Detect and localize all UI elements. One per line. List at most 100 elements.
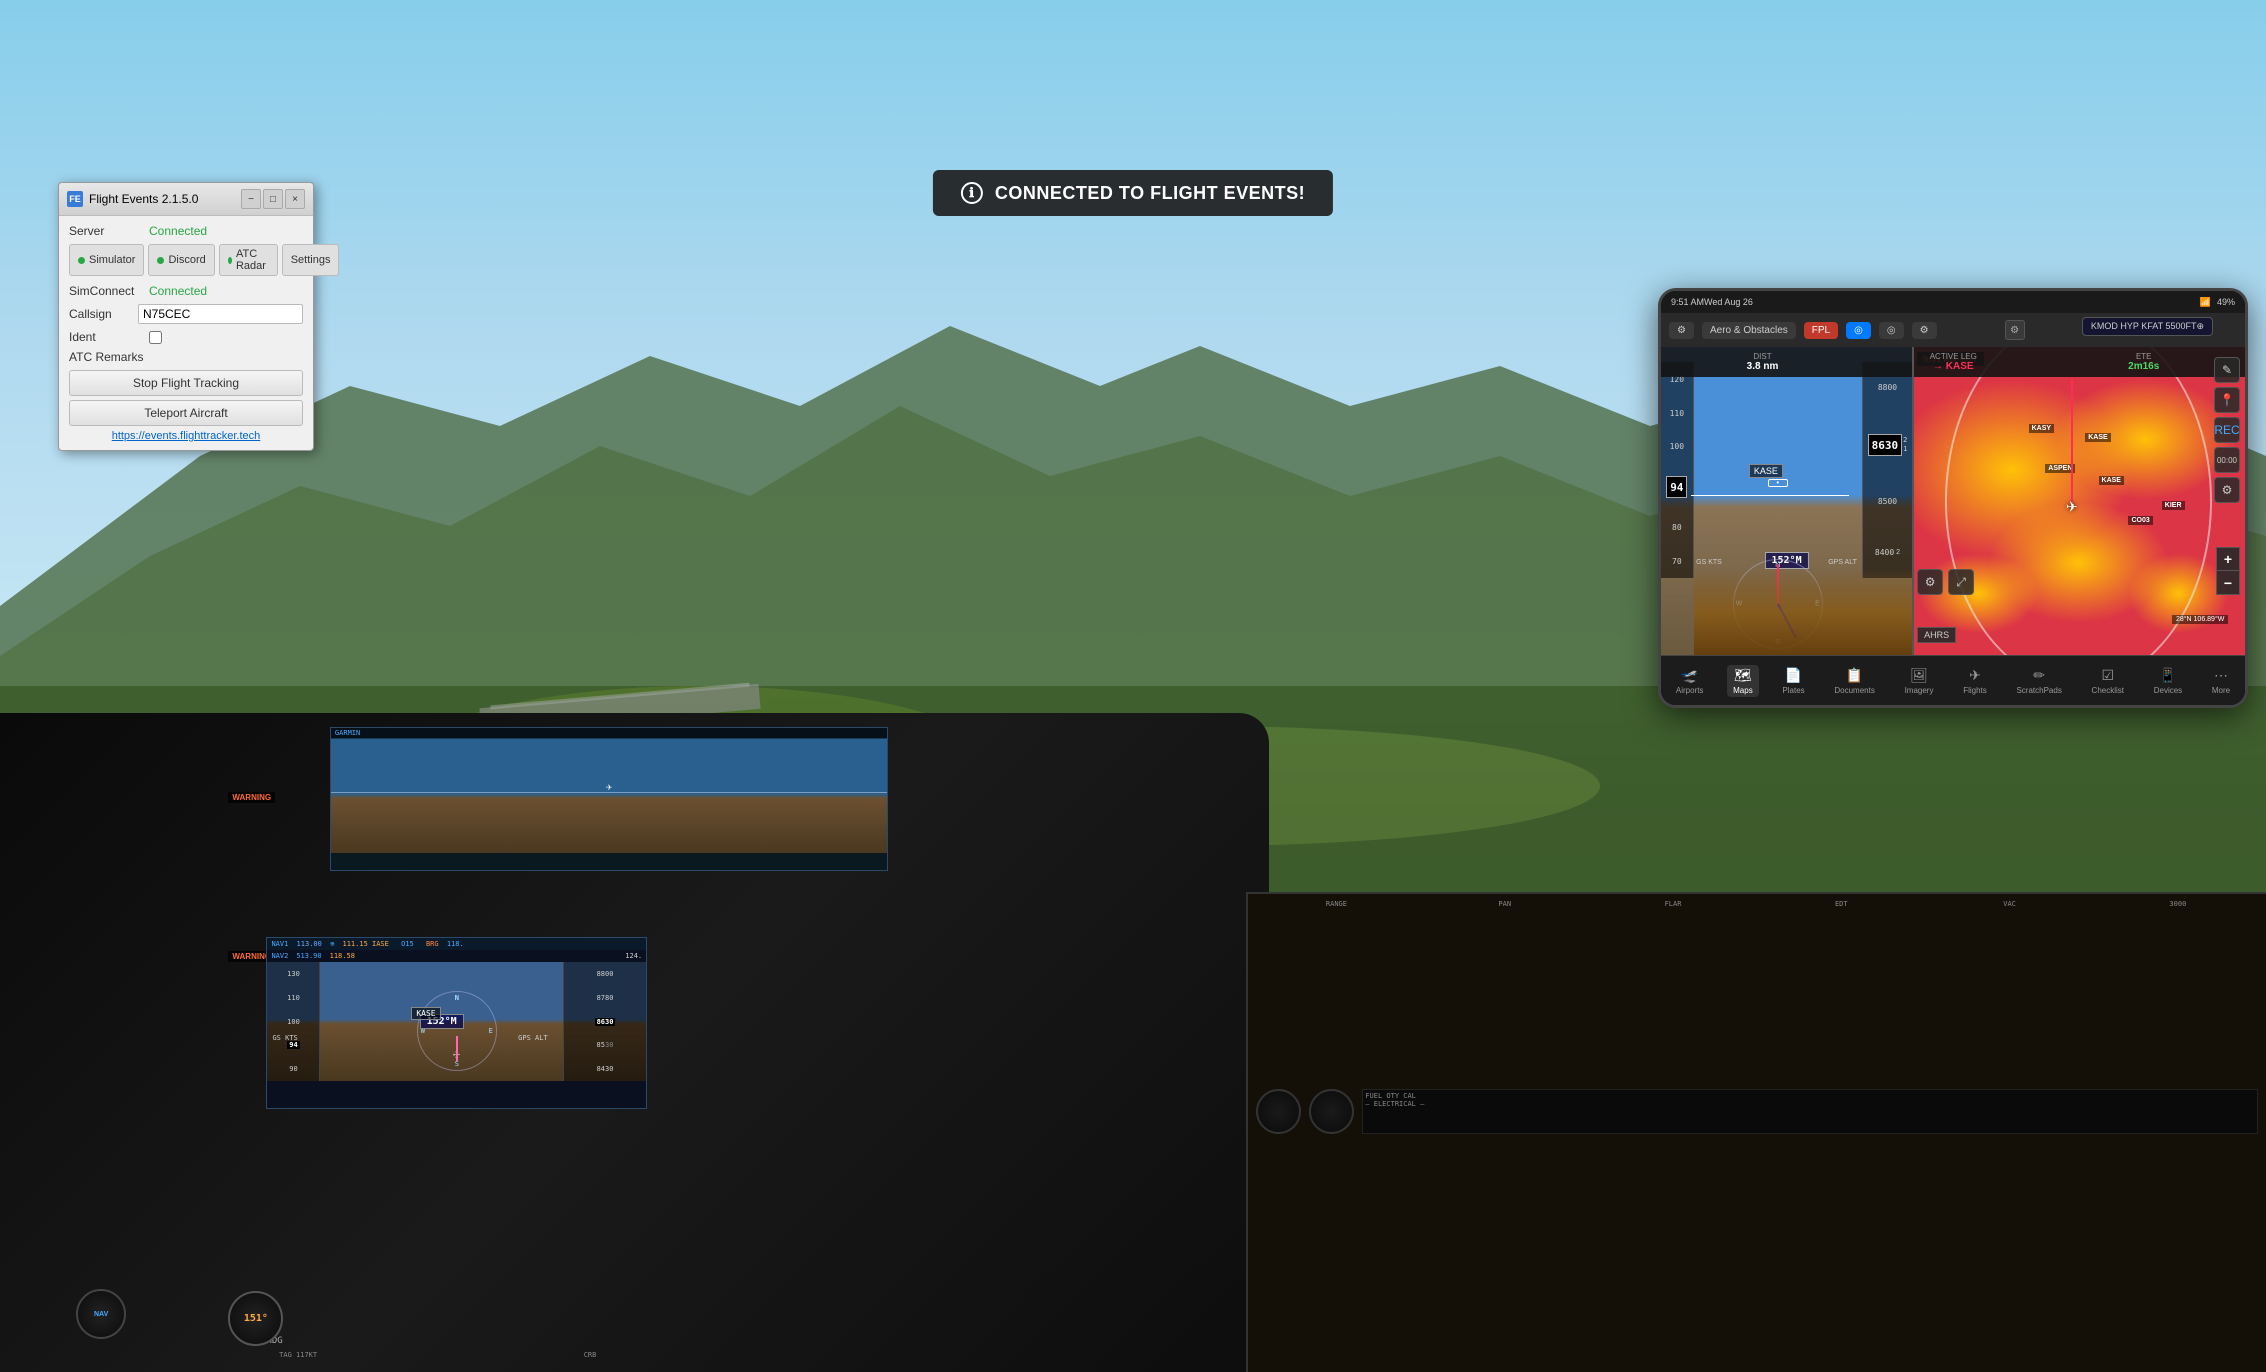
spd-90: 90 [289,1065,297,1073]
zoom-in-btn[interactable]: + [2216,547,2240,571]
fuel-oty: FUEL OTY CAL [1365,1092,2255,1100]
tab-settings[interactable]: Settings [282,244,340,276]
magenta-track-line [2071,378,2073,507]
expand-btn[interactable]: ⤢ [1948,569,1974,595]
garmin-map-area: N S W E ✈ 8800 8780 8630 8530 8430 [267,962,646,1080]
freq2-val: 118.58 [330,952,355,960]
alt-8400-ff: 8400 [1875,548,1894,557]
adsb-btn[interactable]: ◎ [1879,322,1904,339]
banner-info-icon: ℹ [961,182,983,204]
layers-btn[interactable]: ◎ [1846,322,1871,339]
ipad-battery: 49% [2217,297,2235,307]
elect-label: — ELECTRICAL — [1365,1100,2255,1108]
nav-gauge-label: NAV [94,1311,108,1318]
ipad-date: Wed Aug 26 [1704,297,1753,307]
inst-flar: FLAR [1591,900,1755,1079]
settings-nav-icon: ⚙ [1920,325,1929,336]
dialog-titlebar: FE Flight Events 2.1.5.0 − □ × [59,183,313,216]
ols-label: O15 [401,940,414,948]
inst-range: RANGE [1254,900,1418,1079]
dialog-window-controls: − □ × [241,189,305,209]
close-button[interactable]: × [285,189,305,209]
ete-item: ETE 2m16s [2128,352,2159,372]
nav2-label: NAV2 [271,952,288,960]
kase-label-2: KASE [2099,476,2124,485]
tab-airports[interactable]: 🛫 Airports [1670,665,1710,697]
flights-icon: ✈ [1969,667,1981,684]
plates-label: Plates [1782,686,1804,695]
nav1-label: NAV1 [271,940,288,948]
garmin-top-display: GARMIN ✈ [330,727,888,872]
settings-nav-btn[interactable]: ⚙ [1912,322,1937,339]
tab-checklist[interactable]: ☑ Checklist [2086,665,2130,697]
restore-button[interactable]: □ [263,189,283,209]
gear-btn[interactable]: ⚙ [2214,477,2240,503]
spd-100-t: 100 [1670,442,1684,451]
tab-scratchpads[interactable]: ✏ ScratchPads [2010,665,2067,697]
aero-obstacles-btn[interactable]: Aero & Obstacles [1702,322,1796,339]
tab-devices[interactable]: 📱 Devices [2148,665,2188,697]
warning-label-1: WARNING [228,792,275,803]
tab-plates[interactable]: 📄 Plates [1776,665,1810,697]
tab-imagery[interactable]: 🖼 Imagery [1899,665,1940,697]
teleport-aircraft-button[interactable]: Teleport Aircraft [69,400,303,426]
alt-side-2b: 2 [1896,549,1900,556]
tab-simulator[interactable]: Simulator [69,244,144,276]
route-gear-icon: ⚙ [2010,325,2019,336]
callsign-label: Callsign [69,307,138,321]
pencil-btn[interactable]: ✎ [2214,357,2240,383]
simconnect-row: SimConnect Connected [69,284,303,298]
alt-8500-ff: 8500 [1878,497,1897,506]
nav2-freq: 513.90 [296,952,321,960]
map-settings-icon: ⚙ [1925,575,1936,589]
atc-remarks-row: ATC Remarks [69,350,303,364]
foreflight-map[interactable]: 120 110 100 94 80 70 8800 [1661,347,2245,655]
timer-btn[interactable]: 00:00 [2214,447,2240,473]
nav-gauge: NAV [76,1289,126,1339]
flight-events-dialog: FE Flight Events 2.1.5.0 − □ × Server Co… [58,182,314,451]
pin-btn[interactable]: 📍 [2214,387,2240,413]
maps-icon: 🗺 [1734,667,1752,684]
speed-value: 94 [1670,481,1683,494]
callsign-input[interactable] [138,304,303,324]
zoom-out-btn[interactable]: − [2216,571,2240,595]
map-settings-side-btn[interactable]: ⚙ [1917,569,1943,595]
map-settings-btn[interactable]: ⚙ [1669,322,1694,339]
alt-side-nums: 2 1 [1903,436,1907,453]
ipad-topbar: 9:51 AM Wed Aug 26 📶 49% [1661,291,2245,313]
fpl-btn[interactable]: FPL [1804,322,1838,339]
plates-icon: 📄 [1785,667,1802,684]
tab-discord[interactable]: Discord [148,244,214,276]
alt-8400-row: 8400 2 [1875,548,1900,557]
minimize-button[interactable]: − [241,189,261,209]
panel-divider [1912,347,1914,655]
scratchpads-icon: ✏ [2033,667,2045,684]
tab-documents[interactable]: 📋 Documents [1828,665,1880,697]
compass-n: N [455,994,459,1002]
active-leg-label: ACTIVE LEG [1930,352,1977,361]
active-leg-item: ACTIVE LEG → KASE [1930,352,1977,372]
atc-radar-dot [228,257,232,264]
tab-more[interactable]: ⋯ More [2206,665,2236,697]
tab-flights[interactable]: ✈ Flights [1957,665,1993,697]
sectional-background: 9:51 AM EDT ✈ KASY KASE ASPEN CO03 KIER [1912,347,2245,655]
events-link[interactable]: https://events.flighttracker.tech [69,430,303,442]
route-settings-btn[interactable]: ⚙ [2005,320,2025,340]
scratchpads-label: ScratchPads [2016,686,2061,695]
inst-3000: 3000 [2096,900,2260,1079]
range-dial [1256,1089,1301,1134]
left-panel-attitude: 120 110 100 94 80 70 8800 [1661,347,1912,655]
ahrs-badge: AHRS [1917,627,1956,643]
rec-btn[interactable]: REC [2214,417,2240,443]
freq-mid: 111.15 IASE [343,940,389,948]
checklist-icon: ☑ [2101,667,2114,684]
right-panel-sectional: 9:51 AM EDT ✈ KASY KASE ASPEN CO03 KIER [1912,347,2245,655]
aircraft-position-right: ✈ [2066,499,2078,516]
alt-side-2: 2 [1903,436,1907,444]
tab-maps[interactable]: 🗺 Maps [1727,665,1759,697]
stop-flight-tracking-button[interactable]: Stop Flight Tracking [69,370,303,396]
ident-checkbox[interactable] [149,331,162,344]
tab-atc-radar[interactable]: ATC Radar [219,244,278,276]
dist-value: 3.8 nm [1747,361,1779,372]
dialog-app-icon: FE [67,191,83,207]
